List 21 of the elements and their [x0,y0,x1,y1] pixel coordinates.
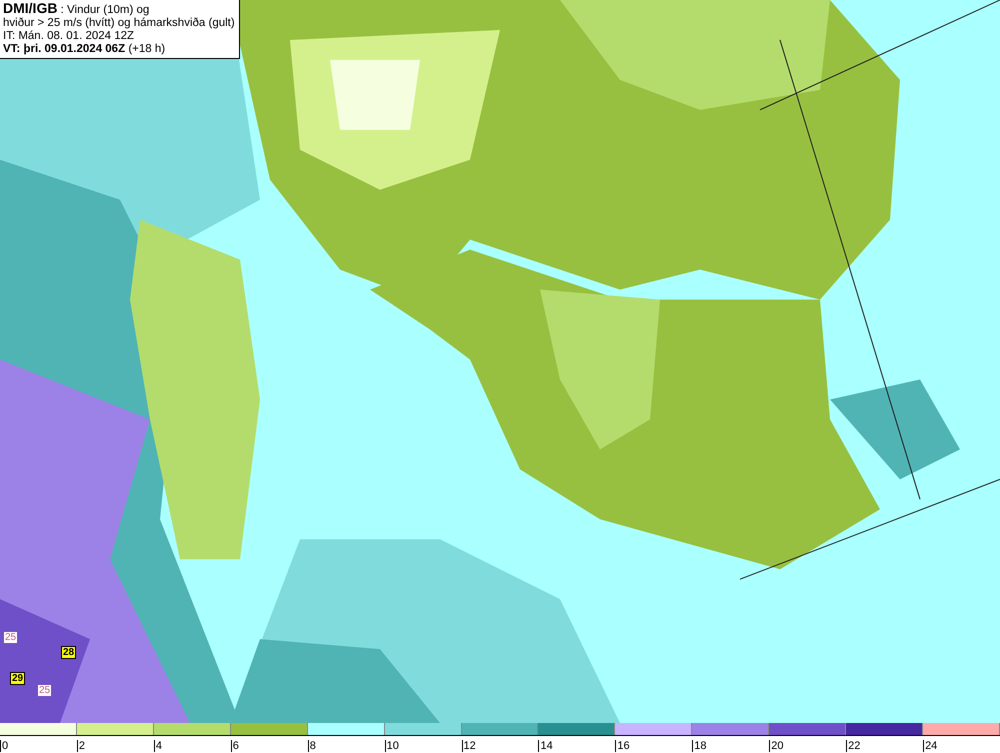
legend-tick-label: 4 [154,740,162,752]
map-subtitle: hviður > 25 m/s (hvítt) og hámarkshviða (gult) [3,17,235,29]
gust-contour-label: 25 [38,685,52,696]
max-gust-label: 28 [61,646,76,659]
legend-tick-label: 14 [538,740,553,752]
legend-tick-label: 18 [692,740,707,752]
legend-tick-label: 6 [230,740,239,752]
max-gust-label: 29 [10,672,26,685]
legend-tick-label: 22 [846,740,860,752]
legend-tick-label: 10 [384,740,399,752]
legend-tick-label: 0 [0,740,8,752]
legend-tick-label: 20 [769,740,784,752]
legend-tick-label: 16 [615,740,630,752]
valid-time: VT: þri. 09.01.2024 06Z (+18 h) [3,43,166,55]
legend-tick-label: 2 [76,740,86,752]
gust-contour-label: 25 [4,632,18,643]
legend-tick-label: 24 [923,740,938,752]
map-title: DMI/IGB : Vindur (10m) og [3,4,150,16]
legend-tick-label: 12 [462,740,476,752]
initial-time: IT: Mán. 08. 01. 2024 12Z [3,30,134,42]
legend-tick-label: 8 [308,740,316,752]
